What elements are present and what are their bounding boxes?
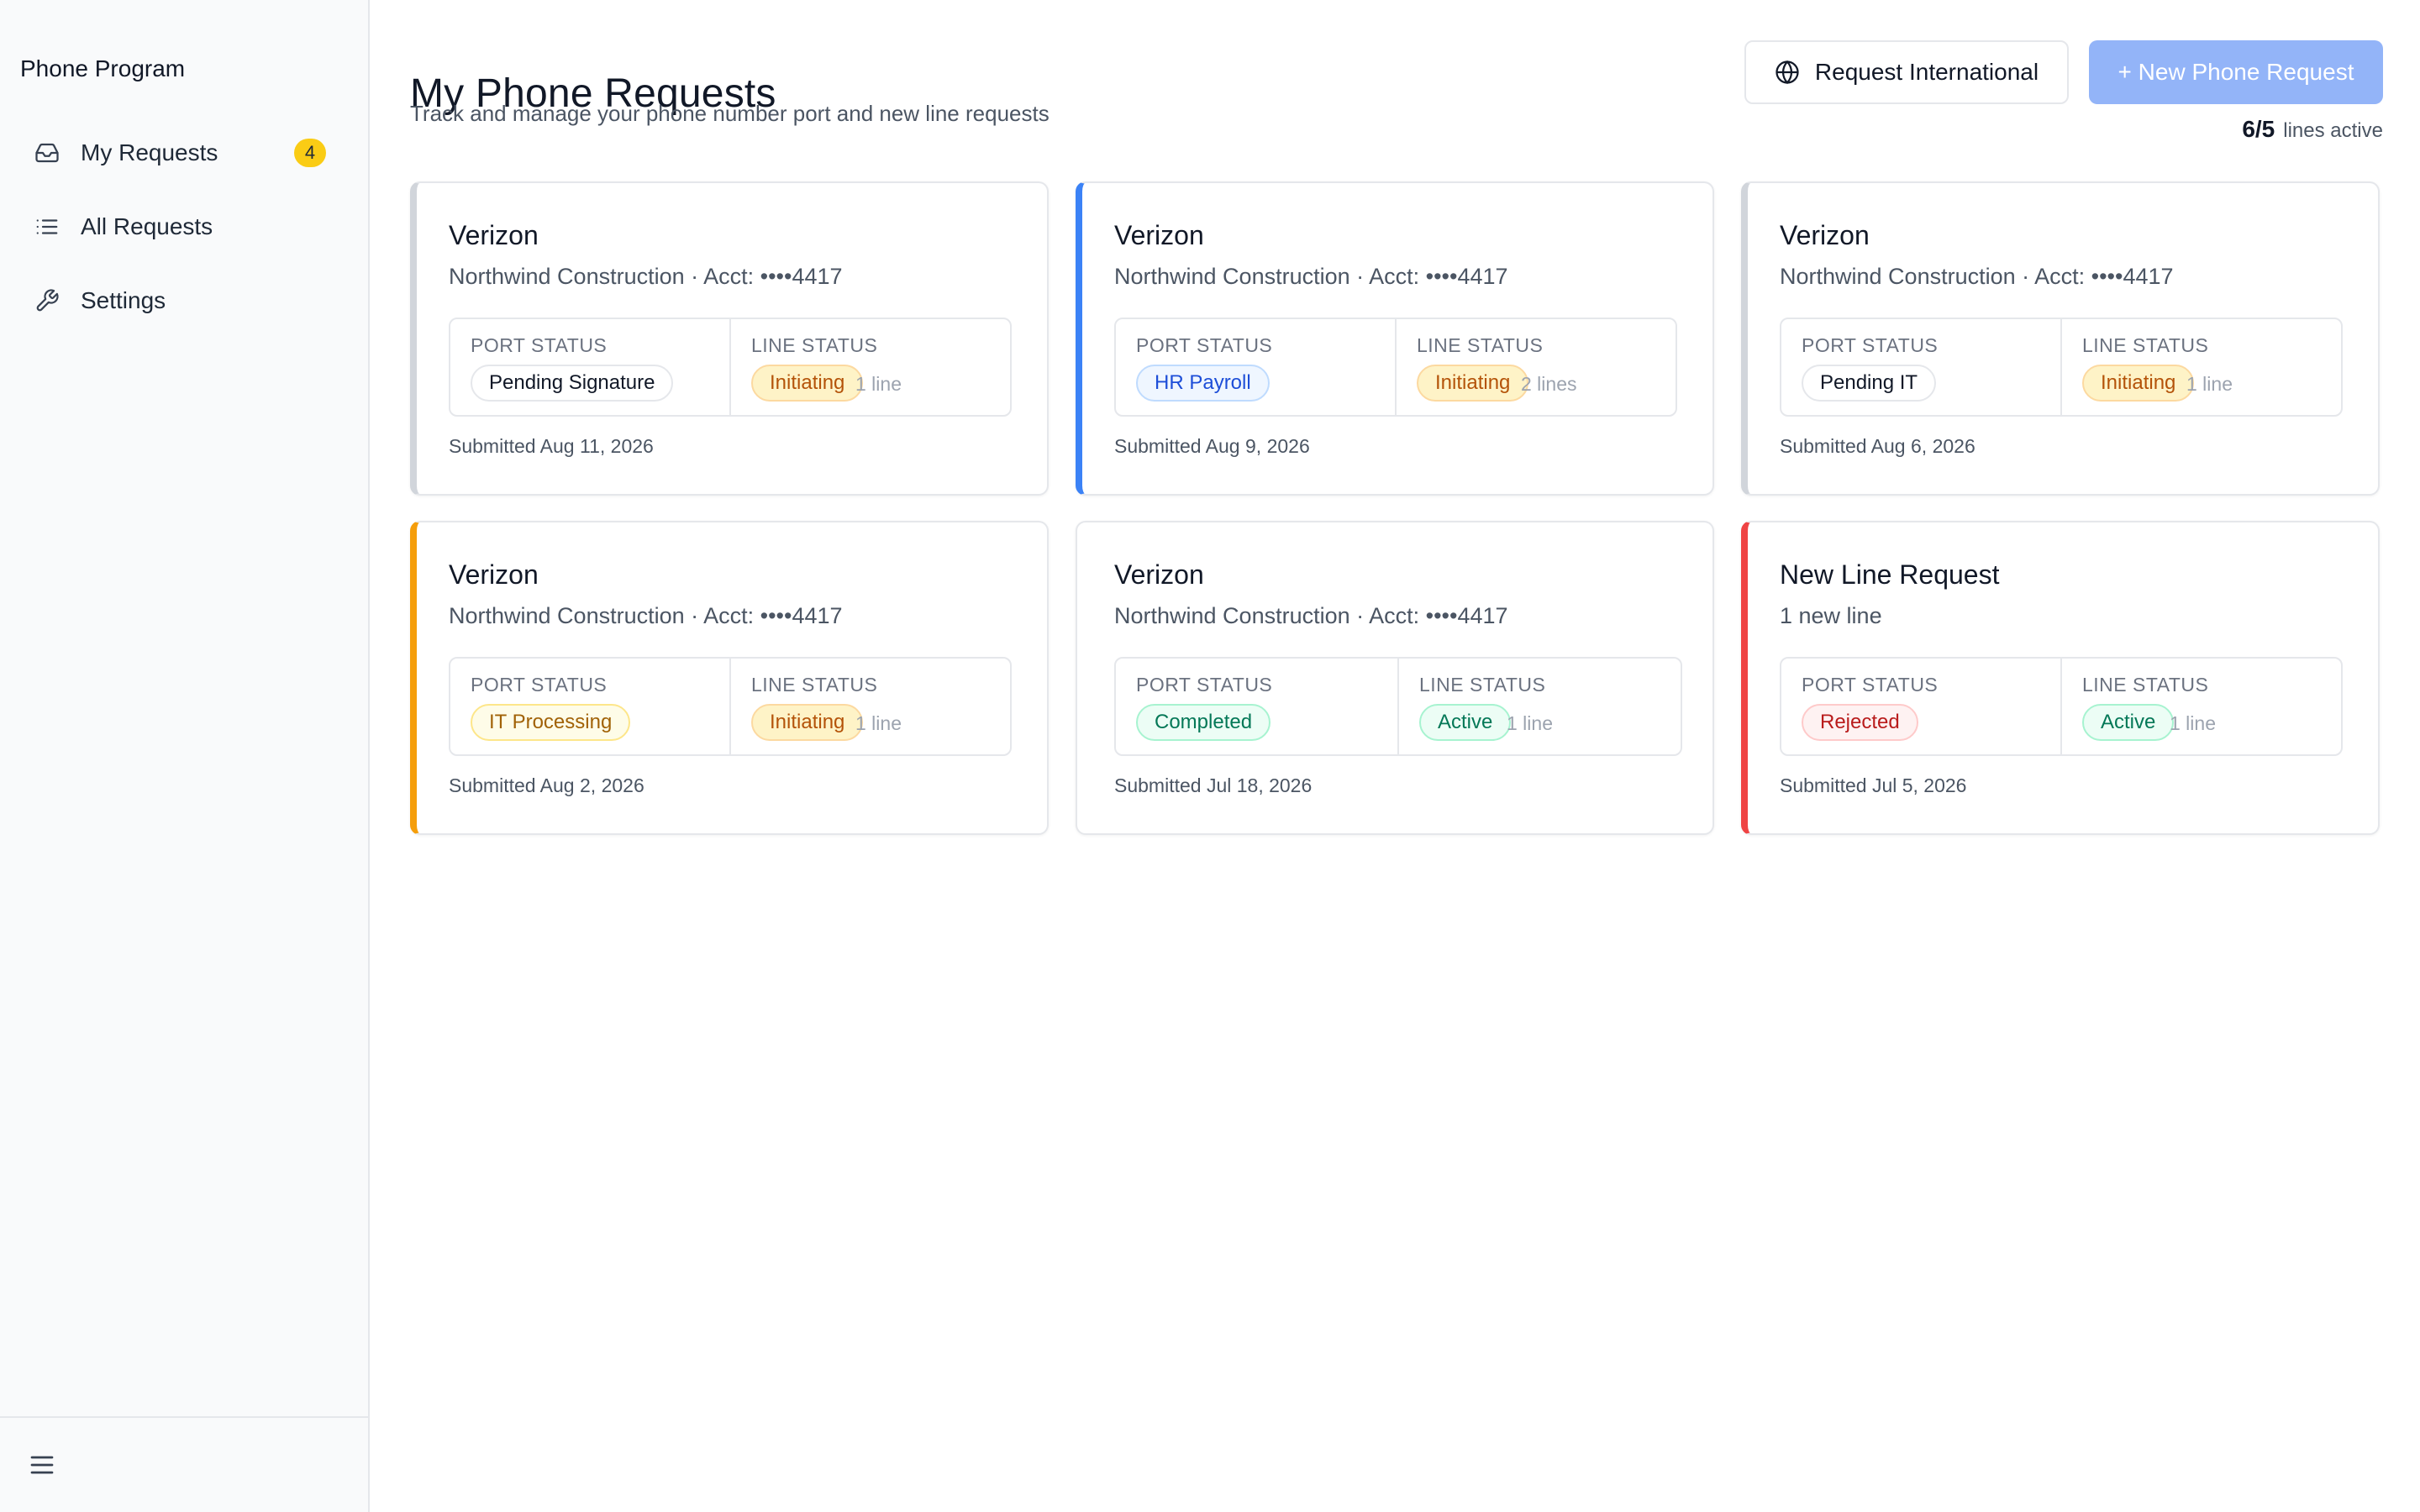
port-status-badge: Completed [1136, 704, 1271, 741]
line-status-label: LINE STATUS [2082, 674, 2209, 696]
sidebar: Phone Program My Requests 4 All Requests [0, 0, 370, 1512]
submitted-date: Submitted Aug 9, 2026 [1114, 435, 1310, 457]
request-card[interactable]: Verizon Northwind Construction · Acct: •… [410, 181, 1049, 496]
card-title: Verizon [1114, 559, 1204, 590]
port-status-label: PORT STATUS [1136, 674, 1273, 696]
request-card[interactable]: Verizon Northwind Construction · Acct: •… [1076, 521, 1714, 835]
new-phone-request-button[interactable]: + New Phone Request [2089, 40, 2383, 104]
card-title: Verizon [449, 220, 539, 250]
port-status-column: PORT STATUS Pending IT [1781, 319, 2060, 415]
line-count: 1 line [855, 373, 902, 395]
sidebar-item-my-requests[interactable]: My Requests 4 [20, 126, 339, 180]
card-subtitle: Northwind Construction · Acct: ••••4417 [1780, 264, 2174, 289]
port-status-badge: Rejected [1802, 704, 1918, 741]
port-status-label: PORT STATUS [1136, 334, 1273, 356]
status-box: PORT STATUS Pending IT LINE STATUS Initi… [1780, 318, 2343, 417]
card-subtitle: 1 new line [1780, 603, 1882, 628]
line-status-badge: Initiating [751, 704, 864, 741]
sidebar-item-all-requests[interactable]: All Requests [20, 200, 339, 254]
sidebar-item-label: Settings [81, 287, 166, 313]
lines-active-indicator: 6/5 lines active [2242, 116, 2383, 143]
port-status-badge: Pending Signature [471, 365, 674, 402]
line-status-column: LINE STATUS Initiating 1 line [729, 659, 1010, 754]
line-status-badge: Active [1419, 704, 1512, 741]
list-icon [34, 213, 60, 240]
card-title: Verizon [1780, 220, 1870, 250]
inbox-icon [34, 139, 60, 166]
request-card[interactable]: Verizon Northwind Construction · Acct: •… [1076, 181, 1714, 496]
hamburger-menu-icon[interactable] [27, 1450, 57, 1480]
lines-active-count: 6/5 [2242, 116, 2275, 142]
line-count: 1 line [1507, 712, 1553, 734]
port-status-column: PORT STATUS Completed [1116, 659, 1397, 754]
port-status-column: PORT STATUS IT Processing [450, 659, 729, 754]
app: Phone Program My Requests 4 All Requests [0, 0, 2420, 1512]
globe-icon [1775, 60, 1800, 85]
line-status-badge: Active [2082, 704, 2175, 741]
port-status-badge: Pending IT [1802, 365, 1937, 402]
submitted-date: Submitted Aug 2, 2026 [449, 774, 644, 796]
line-status-badge: Initiating [751, 365, 864, 402]
port-status-label: PORT STATUS [471, 334, 608, 356]
line-status-label: LINE STATUS [1419, 674, 1546, 696]
sidebar-item-label: My Requests [81, 139, 218, 165]
line-status-column: LINE STATUS Active 1 line [1397, 659, 1681, 754]
lines-active-label: lines active [2283, 119, 2383, 142]
request-international-label: Request International [1814, 59, 2039, 85]
request-card[interactable]: Verizon Northwind Construction · Acct: •… [410, 521, 1049, 835]
status-box: PORT STATUS HR Payroll LINE STATUS Initi… [1114, 318, 1677, 417]
line-status-column: LINE STATUS Initiating 1 line [729, 319, 1010, 415]
line-status-badge: Initiating [1417, 365, 1529, 402]
port-status-badge: HR Payroll [1136, 365, 1270, 402]
sidebar-nav: My Requests 4 All Requests Settings [20, 126, 339, 348]
status-box: PORT STATUS Completed LINE STATUS Active… [1114, 657, 1682, 756]
sidebar-item-label: All Requests [81, 213, 213, 239]
submitted-date: Submitted Jul 18, 2026 [1114, 774, 1313, 796]
submitted-date: Submitted Aug 11, 2026 [449, 435, 654, 457]
card-subtitle: Northwind Construction · Acct: ••••4417 [449, 603, 843, 628]
wrench-icon [34, 287, 60, 314]
submitted-date: Submitted Jul 5, 2026 [1780, 774, 1967, 796]
port-status-badge: IT Processing [471, 704, 631, 741]
port-status-label: PORT STATUS [1802, 334, 1939, 356]
card-subtitle: Northwind Construction · Acct: ••••4417 [1114, 603, 1508, 628]
card-title: Verizon [1114, 220, 1204, 250]
line-status-label: LINE STATUS [751, 334, 878, 356]
card-title: New Line Request [1780, 559, 2000, 590]
status-box: PORT STATUS Pending Signature LINE STATU… [449, 318, 1012, 417]
request-international-button[interactable]: Request International [1744, 40, 2069, 104]
new-phone-request-label: + New Phone Request [2118, 59, 2354, 85]
card-title: Verizon [449, 559, 539, 590]
line-status-column: LINE STATUS Initiating 1 line [2060, 319, 2341, 415]
line-status-label: LINE STATUS [751, 674, 878, 696]
sidebar-footer [0, 1416, 368, 1512]
port-status-column: PORT STATUS Rejected [1781, 659, 2060, 754]
line-count: 2 lines [1521, 373, 1577, 395]
line-status-column: LINE STATUS Initiating 2 lines [1395, 319, 1676, 415]
line-count: 1 line [2170, 712, 2216, 734]
line-count: 1 line [855, 712, 902, 734]
line-status-column: LINE STATUS Active 1 line [2060, 659, 2341, 754]
line-count: 1 line [2186, 373, 2233, 395]
card-subtitle: Northwind Construction · Acct: ••••4417 [449, 264, 843, 289]
app-brand: Phone Program [20, 55, 186, 81]
port-status-column: PORT STATUS HR Payroll [1116, 319, 1395, 415]
line-status-label: LINE STATUS [2082, 334, 2209, 356]
request-card[interactable]: Verizon Northwind Construction · Acct: •… [1741, 181, 2380, 496]
card-subtitle: Northwind Construction · Acct: ••••4417 [1114, 264, 1508, 289]
port-status-label: PORT STATUS [1802, 674, 1939, 696]
requests-count-badge: 4 [294, 139, 326, 167]
port-status-label: PORT STATUS [471, 674, 608, 696]
main-content: My Phone Requests Track and manage your … [410, 0, 2393, 1512]
page-subtitle: Track and manage your phone number port … [410, 101, 1050, 126]
request-card[interactable]: New Line Request 1 new line PORT STATUS … [1741, 521, 2380, 835]
submitted-date: Submitted Aug 6, 2026 [1780, 435, 1975, 457]
sidebar-item-settings[interactable]: Settings [20, 274, 339, 328]
status-box: PORT STATUS Rejected LINE STATUS Active … [1780, 657, 2343, 756]
line-status-badge: Initiating [2082, 365, 2195, 402]
line-status-label: LINE STATUS [1417, 334, 1544, 356]
status-box: PORT STATUS IT Processing LINE STATUS In… [449, 657, 1012, 756]
port-status-column: PORT STATUS Pending Signature [450, 319, 729, 415]
